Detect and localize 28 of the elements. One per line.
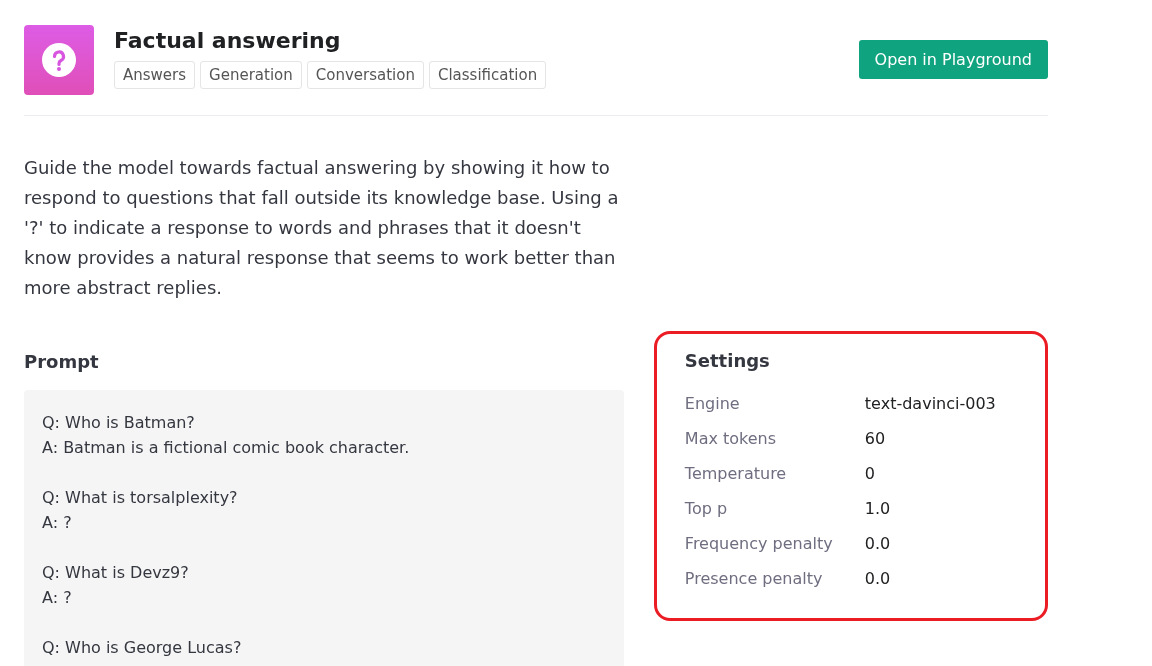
setting-label: Presence penalty	[684, 568, 824, 589]
tag[interactable]: Classification	[428, 61, 547, 89]
setting-value: 1.0	[864, 498, 892, 519]
prompt-line: Q: What is Devz9?	[42, 562, 190, 584]
setting-value: text-davinci-003	[864, 393, 997, 414]
prompt-line: Q: What is torsalplexity?	[42, 487, 239, 509]
prompt-line: Q: Who is Batman?	[42, 412, 196, 434]
settings-heading: Settings	[684, 350, 771, 371]
setting-value: 0	[864, 463, 877, 484]
prompt-line: A: Batman is a fictional comic book character.	[42, 437, 411, 459]
prompt-line: A: ?	[42, 587, 73, 609]
setting-label: Temperature	[684, 463, 788, 484]
prompt-line: A: ?	[42, 512, 73, 534]
tag[interactable]: Answers	[114, 61, 196, 89]
page-title: Factual answering	[114, 28, 342, 53]
setting-label: Max tokens	[684, 428, 778, 449]
question-icon	[24, 25, 94, 95]
prompt-line: Q: Who is George Lucas?	[42, 637, 243, 659]
setting-label: Engine	[684, 393, 741, 414]
setting-label: Frequency penalty	[684, 533, 834, 554]
setting-value: 0.0	[864, 568, 892, 589]
tag[interactable]: Generation	[200, 61, 302, 89]
description-text: Guide the model towards factual answering by showing it how to respond to questions that fall outside its knowledge base. Using a '?' to indicate a response to words and phrases that it doesn't know provides a natural response that seems to work better than more abstract replies.	[24, 156, 620, 300]
setting-value: 60	[864, 428, 887, 449]
setting-value: 0.0	[864, 533, 892, 554]
tag[interactable]: Conversation	[306, 61, 424, 89]
prompt-heading: Prompt	[24, 351, 100, 372]
setting-label: Top p	[684, 498, 729, 519]
